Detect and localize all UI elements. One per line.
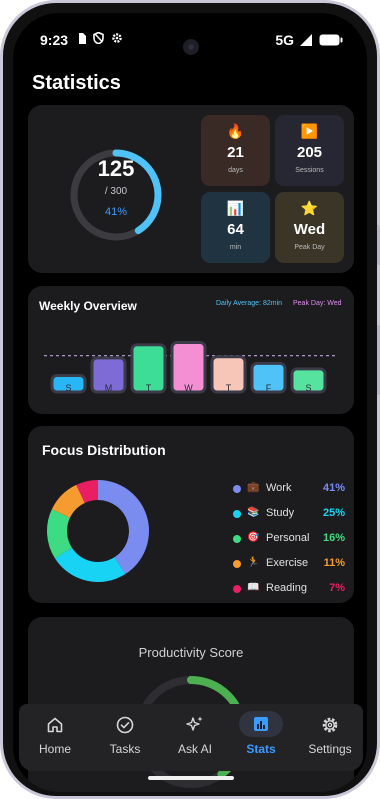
nav-label: Tasks [109,742,141,756]
nav-tasks[interactable]: Tasks [92,704,158,771]
bar-chart-icon: 📊 [226,200,245,216]
phone-bezel: 9:23 5G Statistics 125 / 300 41% 🔥 21 da… [3,3,377,796]
weekly-bar-chart: SMTWTFS [44,341,336,394]
home-icon [47,717,63,733]
sim-card-icon [79,32,86,44]
legend-name: Personal [266,532,310,544]
focus-title: Focus Distribution [42,442,166,458]
legend-percent: 41% [322,482,345,494]
tile-value: 205 [296,144,323,161]
legend-item-reading[interactable]: 📖 Reading 7% [233,582,345,596]
nav-label: Stats [246,742,276,756]
ring-percent: 41% [104,206,128,218]
donut-slice-study[interactable] [54,547,126,582]
status-icons-right: 5G [275,32,343,48]
phone-frame: 9:23 5G Statistics 125 / 300 41% 🔥 21 da… [0,0,380,799]
status-time: 9:23 [40,32,69,48]
nav-ask-ai[interactable]: Ask AI [162,704,228,771]
fire-icon: 🔥 [226,123,245,139]
legend-dot [233,585,241,593]
active-indicator [239,711,283,737]
ring-goal: / 300 [104,186,128,197]
stat-tile-peak-day[interactable]: ⭐ Wed Peak Day [275,192,344,263]
legend-percent: 7% [329,582,345,594]
battery-icon [319,34,343,46]
bar-label-3: W [184,383,193,393]
status-bar: 9:23 5G [13,13,367,65]
target-icon: 🎯 [247,532,260,543]
gear-icon [112,33,122,43]
legend-item-exercise[interactable]: 🏃 Exercise 11% [233,557,345,571]
tile-value: Wed [293,221,326,238]
bar-label-6: S [305,383,311,393]
shield-icon [93,32,104,44]
legend-dot [233,535,241,543]
bar-label-0: S [65,383,71,393]
legend-name: Reading [266,582,307,594]
settings-icon [322,717,338,733]
legend-item-study[interactable]: 📚 Study 25% [233,507,345,521]
legend-name: Work [266,482,292,494]
legend-dot [233,560,241,568]
focus-distribution-card: Focus Distribution 💼 Work 41% 📚 Study 25… [28,426,354,603]
legend-percent: 11% [323,557,345,569]
sparkle-icon [186,716,203,731]
donut-slice-work[interactable] [98,480,149,575]
stats-icon [254,717,268,731]
screen: 9:23 5G Statistics 125 / 300 41% 🔥 21 da… [13,13,367,792]
stat-tile-minutes[interactable]: 📊 64 min [201,192,270,263]
home-indicator [148,776,234,780]
tile-label: Peak Day [294,244,325,251]
legend-percent: 25% [322,507,345,519]
front-camera [183,39,199,55]
nav-label: Home [38,742,71,756]
legend-dot [233,510,241,518]
stat-tile-streak[interactable]: 🔥 21 days [201,115,270,186]
legend-item-work[interactable]: 💼 Work 41% [233,482,345,496]
signal-icon [300,34,312,46]
network-label: 5G [275,32,294,48]
focus-donut-chart [47,480,149,582]
check-circle-icon [116,716,134,734]
productivity-title: Productivity Score [138,645,244,660]
legend-name: Study [266,507,295,519]
tile-label: Sessions [295,167,324,174]
status-icons-left [78,32,123,44]
star-icon: ⭐ [300,200,319,216]
book-icon: 📖 [247,582,260,593]
tile-value: 64 [227,221,244,238]
weekly-overview-card: Weekly Overview Daily Average: 82min Pea… [28,286,354,414]
tile-label: min [229,244,242,251]
tile-value: 21 [227,144,244,161]
runner-icon: 🏃 [247,557,260,568]
nav-settings[interactable]: Settings [297,704,363,771]
nav-label: Settings [308,742,352,756]
bar-label-5: F [266,383,272,393]
legend-percent: 16% [322,532,345,544]
stat-tile-sessions[interactable]: ▶️ 205 Sessions [275,115,344,186]
tile-label: days [228,167,243,174]
ring-value: 125 [97,156,135,181]
bar-label-1: M [105,383,113,393]
legend-item-personal[interactable]: 🎯 Personal 16% [233,532,345,546]
legend-dot [233,485,241,493]
legend-name: Exercise [266,557,309,569]
bar-label-4: T [226,383,232,393]
books-icon: 📚 [247,507,260,518]
bottom-nav: Home Tasks Ask AI Stats Settings [19,704,363,771]
page-title: Statistics [32,72,121,94]
nav-label: Ask AI [177,742,212,756]
nav-home[interactable]: Home [22,704,88,771]
bar-label-2: T [146,383,152,393]
nav-stats[interactable]: Stats [228,704,294,771]
summary-card: 125 / 300 41% 🔥 21 days ▶️ 205 Sessions … [28,105,354,273]
play-icon: ▶️ [300,123,319,139]
briefcase-icon: 💼 [247,482,260,493]
